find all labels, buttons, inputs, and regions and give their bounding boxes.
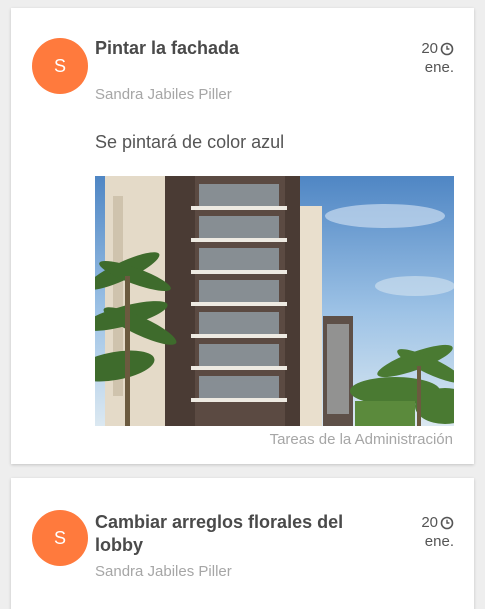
- date-day: 20: [421, 40, 438, 57]
- post-title[interactable]: Pintar la fachada: [95, 37, 385, 60]
- date-month: ene.: [424, 59, 454, 76]
- post-description: Se pintará de color azul: [95, 132, 285, 152]
- post-title[interactable]: Cambiar arreglos florales del lobby: [95, 511, 385, 557]
- post-date: 20 ene.: [394, 513, 454, 551]
- date-day: 20: [421, 514, 438, 531]
- avatar[interactable]: S: [32, 38, 88, 94]
- post-feed: S Pintar la fachada Sandra Jabiles Pille…: [0, 0, 485, 609]
- post-image[interactable]: [95, 176, 454, 426]
- post-card[interactable]: S Pintar la fachada Sandra Jabiles Pille…: [11, 8, 474, 464]
- post-author: Sandra Jabiles Piller: [95, 86, 232, 103]
- clock-icon: [440, 42, 454, 55]
- clock-icon: [440, 516, 454, 529]
- post-category[interactable]: Tareas de la Administración: [270, 431, 453, 448]
- date-month: ene.: [424, 533, 454, 550]
- avatar[interactable]: S: [32, 510, 88, 566]
- post-card[interactable]: S Cambiar arreglos florales del lobby Sa…: [11, 478, 474, 609]
- post-date: 20 ene.: [394, 39, 454, 77]
- post-author: Sandra Jabiles Piller: [95, 563, 232, 580]
